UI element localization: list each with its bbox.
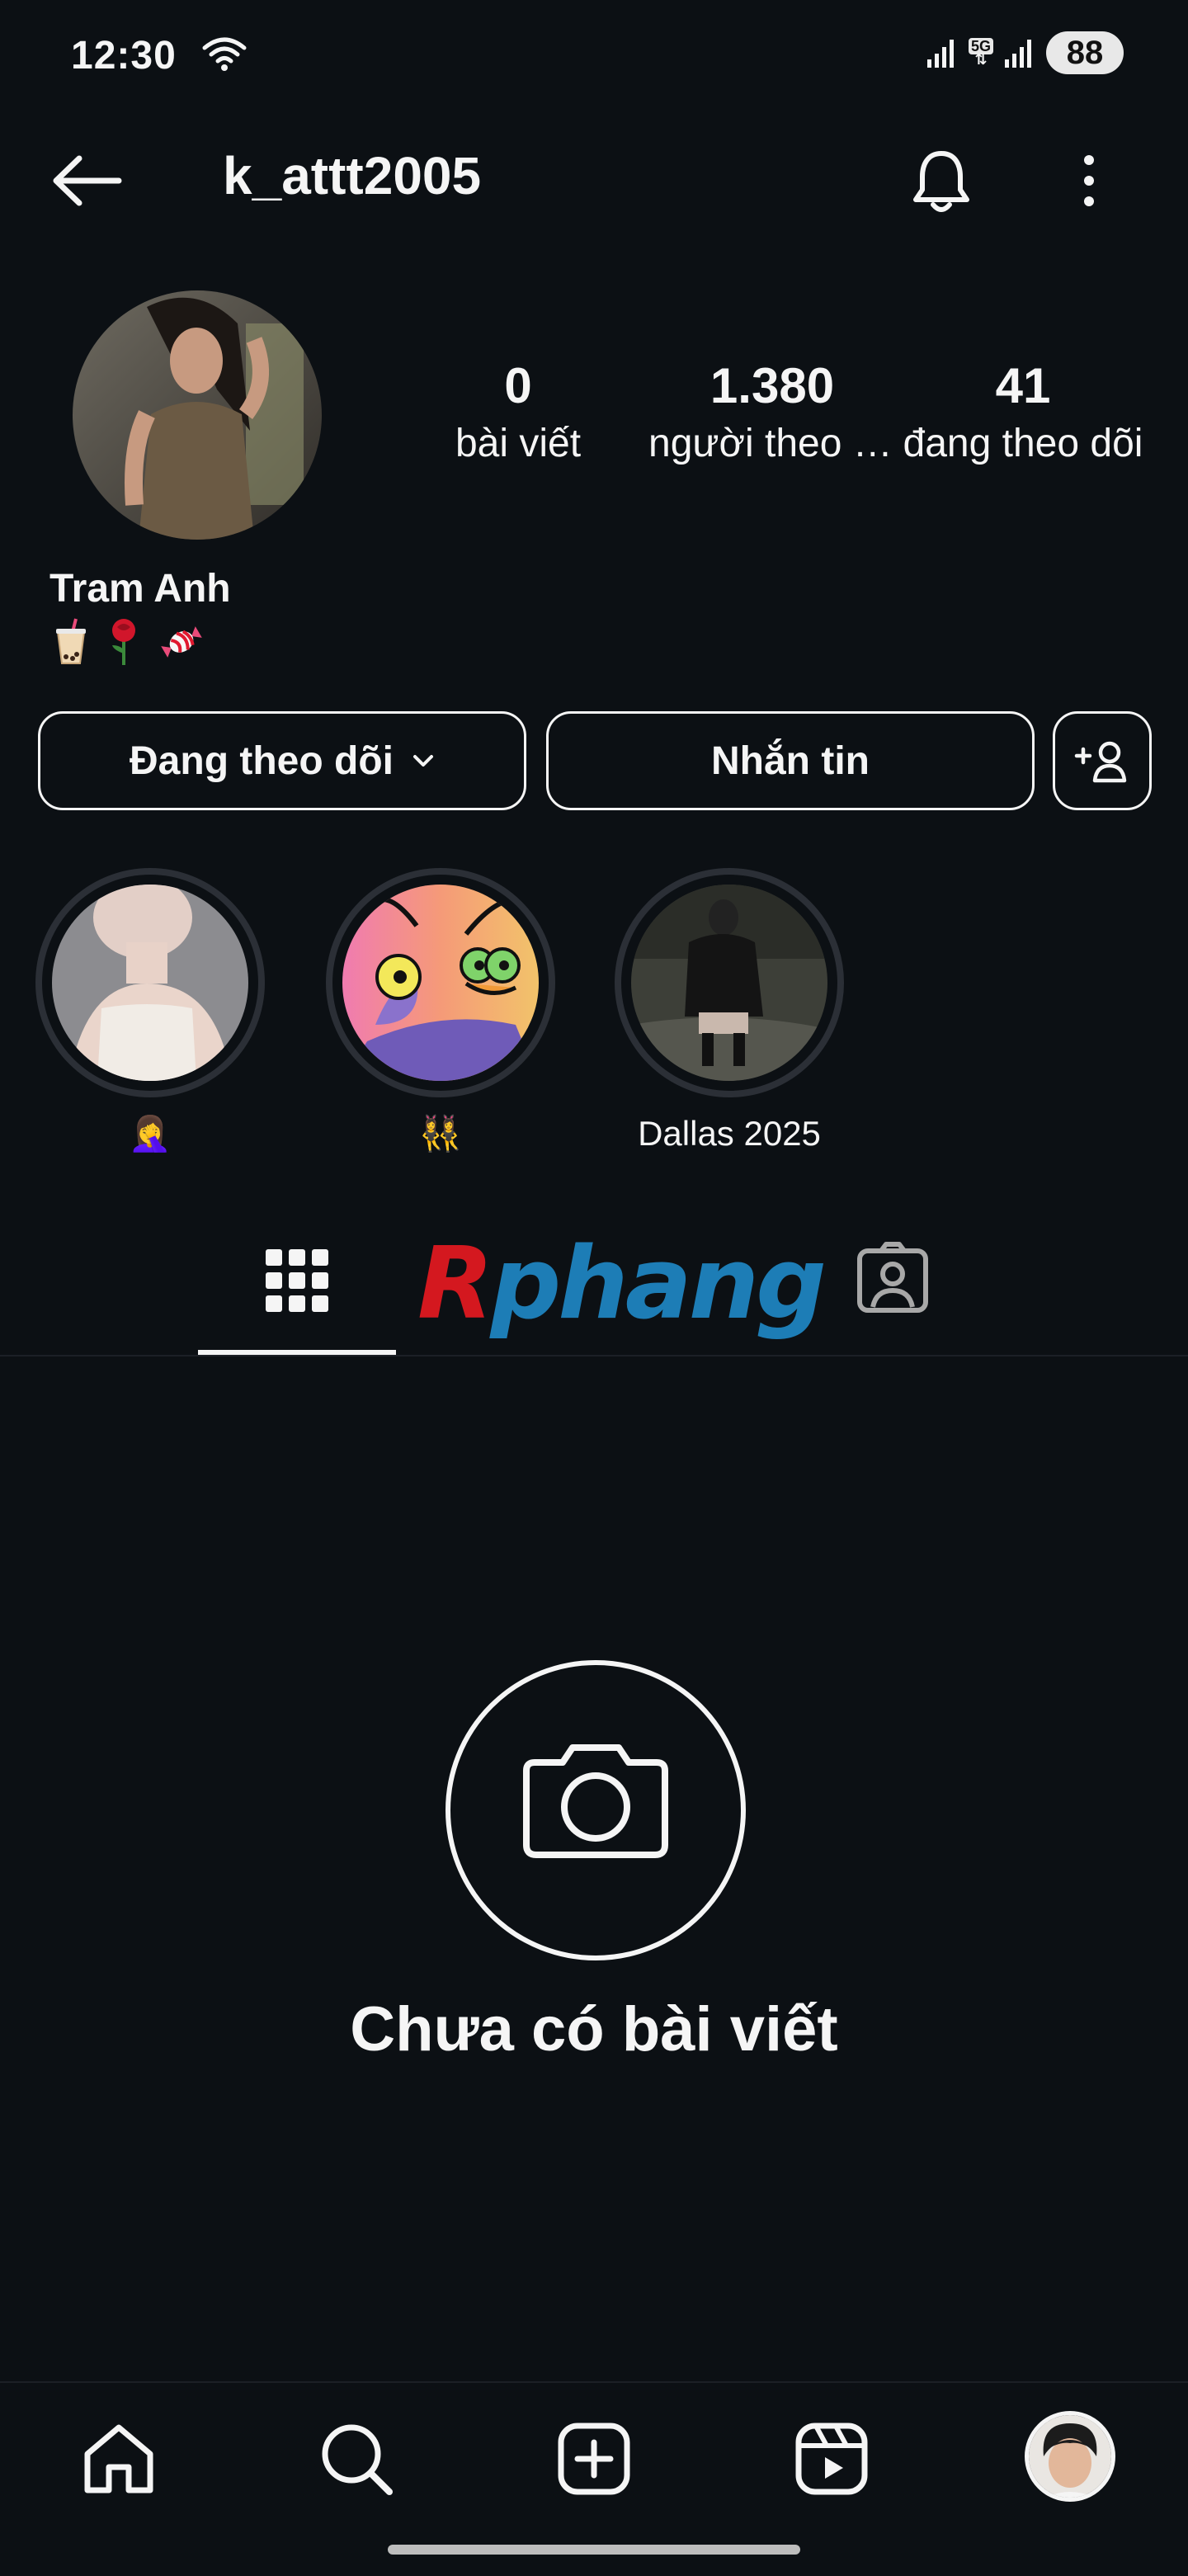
grid-icon xyxy=(266,1249,328,1312)
search-icon xyxy=(322,2424,393,2495)
watermark-logo: Rphang xyxy=(417,1231,827,1338)
posts-count-label: bài viết xyxy=(455,422,582,465)
following-count-value: 41 xyxy=(995,358,1051,413)
highlight-caption: 👯‍♀️ xyxy=(418,1114,463,1153)
nav-create[interactable] xyxy=(553,2418,635,2500)
tab-tagged-posts[interactable] xyxy=(825,1206,957,1356)
nav-reels[interactable] xyxy=(790,2418,873,2500)
nav-home[interactable] xyxy=(78,2418,160,2500)
following-count-label: đang theo dõi xyxy=(903,422,1143,465)
followers-count-value: 1.380 xyxy=(710,358,835,413)
home-indicator xyxy=(388,2545,800,2555)
highlight-caption: Dallas 2025 xyxy=(638,1114,821,1153)
highlight-item[interactable]: 🤦‍♀️ xyxy=(35,868,266,1157)
following-dropdown-label: Đang theo dõi xyxy=(130,738,394,783)
back-button[interactable] xyxy=(46,152,129,210)
followers-count[interactable]: 1.380 người theo dõi xyxy=(648,355,896,470)
status-bar: 12:30 5G ⇅ 88 xyxy=(0,0,1188,107)
rose-icon xyxy=(112,619,135,665)
home-icon xyxy=(84,2424,153,2493)
watermark-letter: R xyxy=(417,1227,493,1342)
message-button-label: Nhắn tin xyxy=(711,738,870,783)
highlight-cover xyxy=(52,885,248,1081)
profile-username: k_attt2005 xyxy=(223,146,482,205)
wifi-icon xyxy=(201,36,248,73)
tagged-person-icon xyxy=(857,1242,928,1313)
battery-indicator: 88 xyxy=(1046,31,1124,74)
camera-icon xyxy=(523,1744,668,1858)
signal-icon-2 xyxy=(1005,40,1031,68)
status-time: 12:30 xyxy=(71,34,177,78)
chevron-down-icon xyxy=(412,755,433,767)
candy-icon xyxy=(161,626,202,658)
more-vertical-icon xyxy=(1084,155,1094,206)
network-type-badge: 5G ⇅ xyxy=(968,38,993,67)
followers-count-label: người theo dõi xyxy=(648,422,896,465)
plus-square-icon xyxy=(558,2423,630,2495)
nav-search[interactable] xyxy=(315,2418,398,2500)
tab-posts-grid[interactable] xyxy=(198,1206,396,1356)
notifications-button[interactable] xyxy=(904,144,978,218)
following-count[interactable]: 41 đang theo dõi xyxy=(899,355,1147,470)
following-dropdown-button[interactable]: Đang theo dõi xyxy=(38,711,526,810)
empty-state-text: Chưa có bài viết xyxy=(350,1994,838,2064)
more-options-button[interactable] xyxy=(1072,152,1106,210)
watermark-text: phang xyxy=(490,1227,827,1342)
status-icons: 5G ⇅ 88 xyxy=(926,31,1124,74)
message-button[interactable]: Nhắn tin xyxy=(546,711,1035,810)
nav-profile[interactable] xyxy=(1025,2411,1115,2502)
highlight-caption: 🤦‍♀️ xyxy=(128,1114,172,1153)
empty-state-camera xyxy=(446,1660,746,1960)
highlight-cover xyxy=(342,885,539,1081)
posts-count[interactable]: 0 bài viết xyxy=(394,355,642,470)
highlight-item[interactable]: 👯‍♀️ xyxy=(325,868,556,1157)
arrow-left-icon xyxy=(53,155,122,206)
highlight-cover xyxy=(631,885,827,1081)
tabs-divider xyxy=(0,1355,1188,1356)
reels-icon xyxy=(795,2423,868,2495)
bubble-tea-icon xyxy=(56,618,86,664)
bio-emojis xyxy=(51,617,206,667)
profile-thumbnail xyxy=(1029,2415,1111,2498)
add-person-icon xyxy=(1074,741,1127,783)
highlight-item[interactable]: Dallas 2025 xyxy=(614,868,845,1157)
posts-count-value: 0 xyxy=(504,358,532,413)
bell-icon xyxy=(913,151,969,212)
suggested-accounts-button[interactable] xyxy=(1053,711,1152,810)
signal-icon xyxy=(926,40,954,68)
profile-avatar[interactable] xyxy=(73,290,322,540)
display-name: Tram Anh xyxy=(50,567,231,611)
